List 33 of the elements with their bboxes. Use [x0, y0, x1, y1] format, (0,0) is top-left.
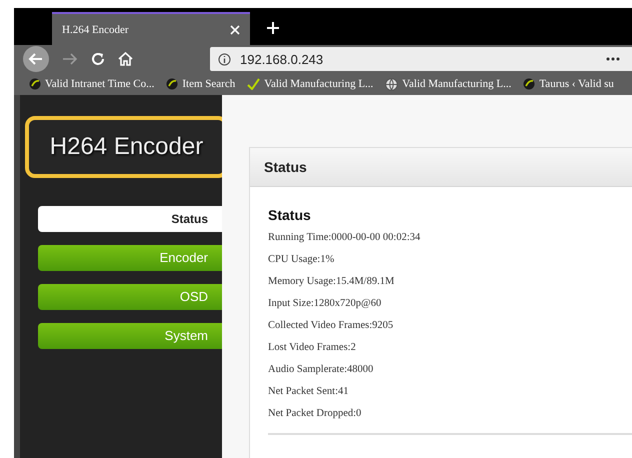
status-line: CPU Usage:1% [268, 253, 336, 267]
status-line: Running Time:0000-00-00 00:02:34 [268, 231, 422, 245]
status-line: Input Size:1280x720p@60 [268, 297, 382, 311]
status-line: Lost Video Frames:2 [268, 341, 357, 355]
nav-item[interactable]: Status [38, 206, 222, 232]
back-icon[interactable] [23, 46, 49, 72]
logo-icon [523, 78, 536, 90]
bookmark[interactable]: Taurus ‹ Valid su [523, 78, 614, 90]
bookmark[interactable]: Valid Manufacturing L... [385, 78, 512, 90]
more-icon[interactable] [606, 57, 620, 61]
status-line: Memory Usage:15.4M/89.1M [268, 275, 396, 289]
new-tab-icon[interactable] [267, 22, 279, 34]
status-line: Net Packet Dropped:0 [268, 407, 362, 421]
panel-title: Status [264, 159, 307, 175]
status-line: Net Packet Sent:41 [268, 385, 350, 399]
home-icon[interactable] [118, 52, 133, 66]
url-text: 192.168.0.243 [240, 52, 324, 66]
address-bar[interactable]: 192.168.0.243 [210, 47, 632, 71]
check-icon [247, 78, 260, 90]
browser-tab[interactable]: H.264 Encoder [52, 12, 250, 45]
close-icon[interactable] [230, 24, 240, 34]
logo-icon [29, 78, 41, 90]
section-title: Status [268, 207, 312, 223]
logo-icon [166, 78, 178, 90]
status-line: Collected Video Frames:9205 [268, 319, 394, 333]
bookmark[interactable]: Valid Manufacturing L... [247, 78, 374, 90]
globe-icon [385, 78, 398, 90]
bookmark[interactable]: Valid Intranet Time Co... [29, 78, 154, 90]
bookmark[interactable]: Item Search [166, 78, 236, 90]
info-icon[interactable] [218, 52, 231, 66]
tab-title: H.264 Encoder [62, 24, 129, 36]
reload-icon[interactable] [91, 52, 105, 66]
status-line: Audio Samplerate:48000 [268, 363, 374, 377]
